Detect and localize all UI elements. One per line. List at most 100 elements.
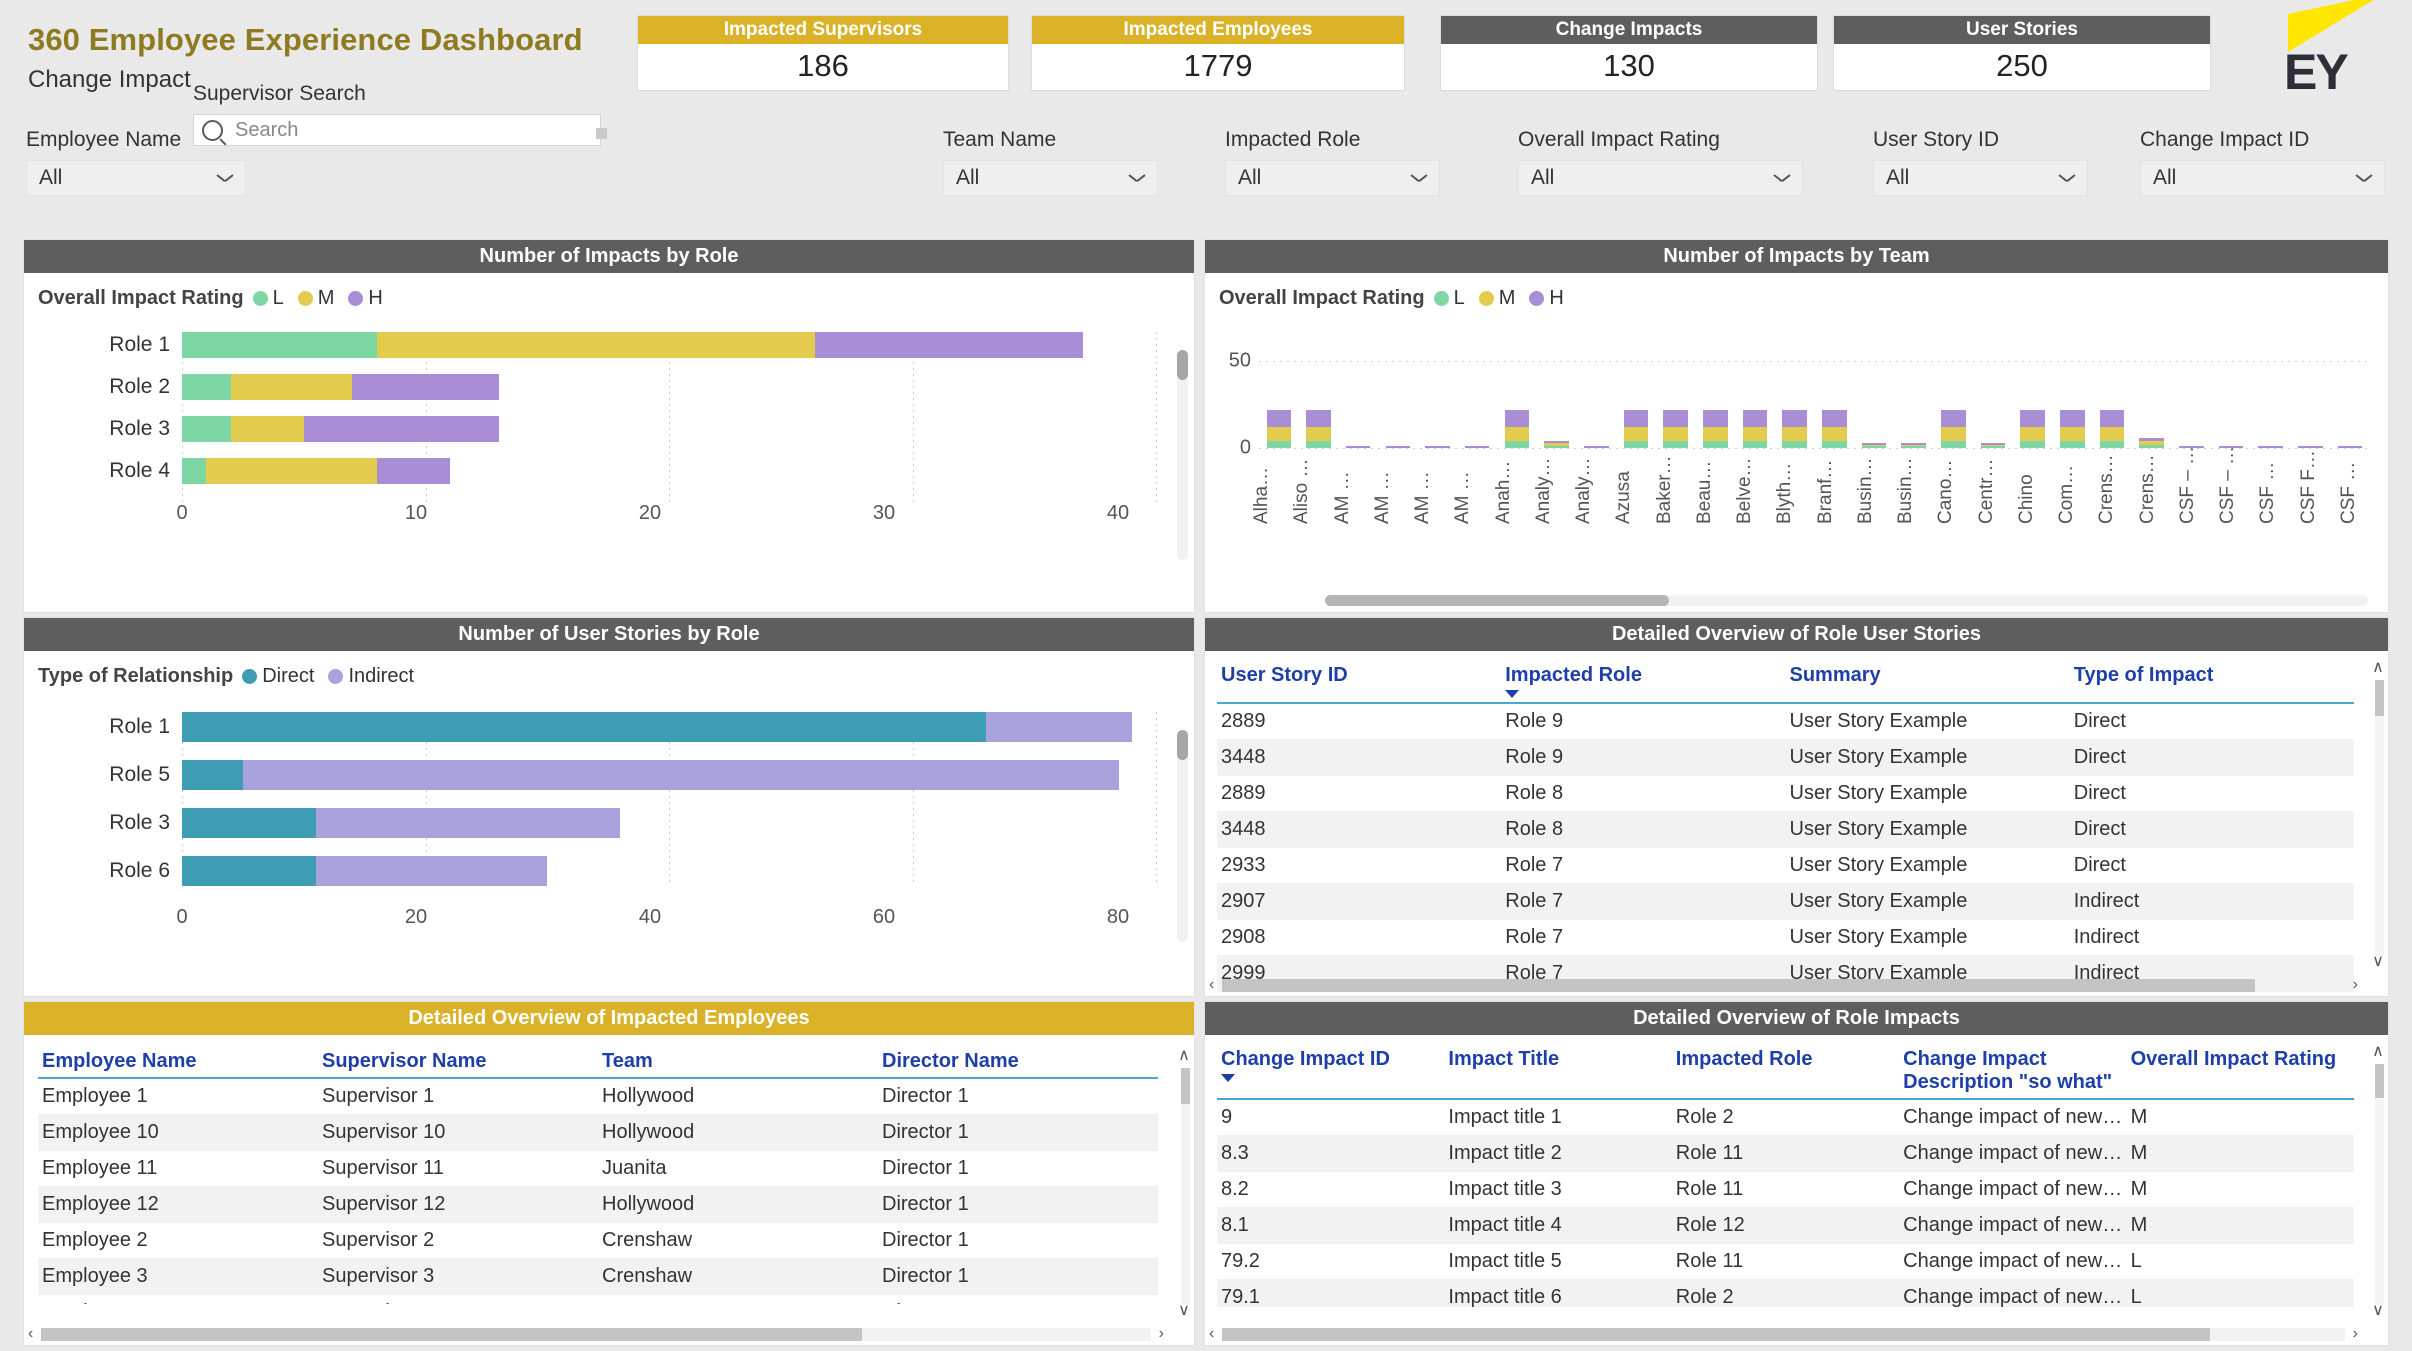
bar-segment-indirect[interactable] <box>242 760 1120 790</box>
filter-overall-impact-rating[interactable]: Overall Impact Rating All <box>1518 128 1803 196</box>
kpi-card-user-stories[interactable]: User Stories 250 <box>1834 16 2210 90</box>
column-segment-l[interactable] <box>1544 446 1569 448</box>
column-segment-h[interactable] <box>1583 446 1609 448</box>
column-segment-m[interactable] <box>2020 427 2045 442</box>
column-segment-h[interactable] <box>1266 409 1292 428</box>
bar-row[interactable]: Role 5 <box>24 760 1156 790</box>
bar-segment-l[interactable] <box>182 458 207 484</box>
bar-row[interactable]: Role 4 <box>24 458 1156 484</box>
bar-segment-m[interactable] <box>230 374 353 400</box>
column-segment-l[interactable] <box>2139 444 2164 448</box>
column-group[interactable] <box>1457 352 1497 448</box>
column-segment-l[interactable] <box>1821 441 1847 448</box>
table-role-user-stories[interactable]: User Story ID Impacted Role Summary Type of… <box>1217 658 2354 992</box>
column-group[interactable] <box>2013 352 2053 448</box>
column-group[interactable] <box>1299 352 1339 448</box>
table-row[interactable]: Employee 12 Supervisor 12 Hollywood Directo… <box>38 1186 1158 1223</box>
column-group[interactable] <box>1695 352 1735 448</box>
column-group[interactable] <box>1656 352 1696 448</box>
column-segment-h[interactable] <box>1940 409 1966 428</box>
column-group[interactable] <box>1854 352 1894 448</box>
column-segment-h[interactable] <box>1742 409 1768 428</box>
filter-dropdown[interactable]: All <box>26 160 246 196</box>
filter-dropdown[interactable]: All <box>1225 160 1440 196</box>
bar-segment-direct[interactable] <box>182 760 243 790</box>
column-group[interactable] <box>1616 352 1656 448</box>
column-segment-m[interactable] <box>1821 427 1847 442</box>
table-row[interactable]: 2889 Role 9 User Story Example Direct <box>1217 703 2354 740</box>
filter-user-story-id[interactable]: User Story ID All <box>1873 128 2088 196</box>
chart-scrollbar-horizontal[interactable] <box>1325 595 2368 606</box>
column-header[interactable]: Team <box>598 1044 878 1079</box>
supervisor-search[interactable]: Supervisor Search <box>193 82 607 146</box>
table-row[interactable]: Employee 10 Supervisor 10 Hollywood Directo… <box>38 1114 1158 1151</box>
kpi-card-impacted-employees[interactable]: Impacted Employees 1779 <box>1032 16 1404 90</box>
filter-change-impact-id[interactable]: Change Impact ID All <box>2140 128 2385 196</box>
column-segment-h[interactable] <box>1782 409 1807 428</box>
column-segment-l[interactable] <box>1663 441 1688 448</box>
column-segment-h[interactable] <box>1663 409 1688 428</box>
scroll-track[interactable] <box>41 1327 1151 1341</box>
column-segment-l[interactable] <box>2099 441 2125 448</box>
column-group[interactable] <box>1537 352 1577 448</box>
column-segment-l[interactable] <box>1306 441 1331 448</box>
bar-segment-m[interactable] <box>206 458 377 484</box>
bar-row[interactable]: Role 3 <box>24 416 1156 442</box>
column-group[interactable] <box>2171 352 2211 448</box>
column-group[interactable] <box>1576 352 1616 448</box>
table-row[interactable]: 8.3 Impact title 2 Role 11 Change impact of… <box>1217 1135 2354 1172</box>
column-group[interactable] <box>1973 352 2013 448</box>
table-horizontal-scroll[interactable]: ‹ › <box>1209 977 2358 993</box>
column-segment-m[interactable] <box>1742 427 1768 442</box>
column-segment-h[interactable] <box>2099 409 2125 428</box>
bar-segment-h[interactable] <box>352 374 499 400</box>
table-row[interactable]: Employee 3 Supervisor 3 Crenshaw Director 1 <box>38 1258 1158 1295</box>
table-row[interactable]: 2907 Role 7 User Story Example Indirect <box>1217 883 2354 920</box>
bar-segment-l[interactable] <box>182 332 377 358</box>
scroll-track[interactable] <box>1222 978 2345 992</box>
chart-impacts-by-role[interactable]: Role 1 Role 2 Role 3 Role 4 0 10 20 30 40 <box>24 332 1194 532</box>
table-row[interactable]: 8.2 Impact title 3 Role 11 Change impact of… <box>1217 1171 2354 1208</box>
column-segment-l[interactable] <box>1901 446 1926 448</box>
scroll-left-icon[interactable]: ‹ <box>28 1326 33 1342</box>
bar-row[interactable]: Role 1 <box>24 332 1156 358</box>
column-segment-h[interactable] <box>2298 446 2323 448</box>
bar-row[interactable]: Role 3 <box>24 808 1156 838</box>
column-segment-m[interactable] <box>2059 427 2085 442</box>
table-role-impacts[interactable]: Change Impact ID Impact Title Impacted Rol… <box>1217 1042 2354 1307</box>
column-group[interactable] <box>1497 352 1537 448</box>
column-header[interactable]: Impact Title <box>1444 1042 1672 1100</box>
bar-segment-m[interactable] <box>376 332 816 358</box>
column-header[interactable]: Employee Name <box>38 1044 318 1079</box>
table-row[interactable]: Employee 1 Supervisor 1 Hollywood Director … <box>38 1078 1158 1115</box>
bar-segment-direct[interactable] <box>182 856 316 886</box>
column-segment-h[interactable] <box>1504 409 1530 428</box>
table-row[interactable]: Employee 2 Supervisor 2 Crenshaw Director 1 <box>38 1222 1158 1259</box>
column-segment-h[interactable] <box>1425 446 1450 448</box>
column-segment-h[interactable] <box>1464 446 1490 448</box>
filter-dropdown[interactable]: All <box>943 160 1158 196</box>
column-segment-l[interactable] <box>1623 441 1649 448</box>
column-segment-h[interactable] <box>1306 409 1331 428</box>
table-row[interactable]: Employee 11 Supervisor 11 Juanita Director … <box>38 1150 1158 1187</box>
table-scroll-thumb-track[interactable] <box>2375 680 2384 956</box>
filter-team-name[interactable]: Team Name All <box>943 128 1158 196</box>
bar-segment-l[interactable] <box>182 374 231 400</box>
bar-segment-h[interactable] <box>303 416 499 442</box>
column-header[interactable]: Impacted Role <box>1671 1042 1900 1100</box>
column-segment-h[interactable] <box>1623 409 1649 428</box>
bar-row[interactable]: Role 1 <box>24 712 1156 742</box>
legend-item-H[interactable]: H <box>1529 287 1564 310</box>
column-segment-l[interactable] <box>1504 441 1530 448</box>
bar-segment-direct[interactable] <box>182 808 316 838</box>
table-row[interactable]: 2933 Role 7 User Story Example Direct <box>1217 847 2354 884</box>
kpi-card-change-impacts[interactable]: Change Impacts 130 <box>1441 16 1817 90</box>
legend-item-L[interactable]: L <box>252 287 284 310</box>
column-group[interactable] <box>2330 352 2370 448</box>
column-group[interactable] <box>1378 352 1418 448</box>
scroll-down-icon[interactable]: ∨ <box>2370 954 2386 970</box>
column-segment-h[interactable] <box>1821 409 1847 428</box>
column-segment-l[interactable] <box>1266 441 1292 448</box>
column-segment-l[interactable] <box>2020 441 2045 448</box>
scroll-left-icon[interactable]: ‹ <box>1209 977 1214 993</box>
